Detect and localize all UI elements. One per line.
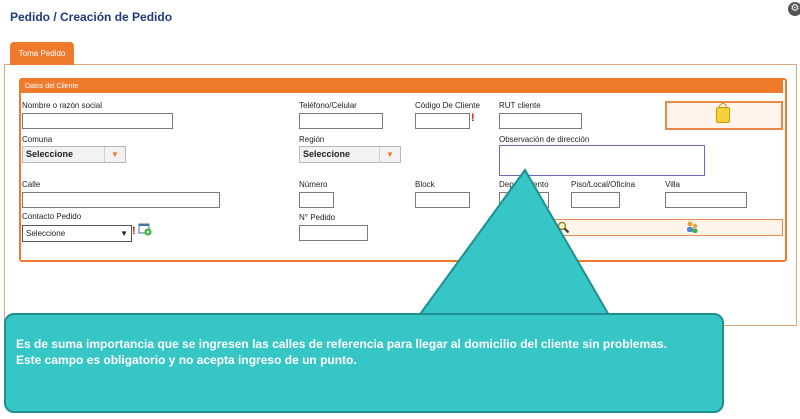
callout-text: Es de suma importancia que se ingresen l… (16, 336, 716, 368)
callout-text-line-2: Este campo es obligatorio y no acepta in… (16, 353, 357, 367)
callout-text-line-1: Es de suma importancia que se ingresen l… (16, 337, 667, 351)
